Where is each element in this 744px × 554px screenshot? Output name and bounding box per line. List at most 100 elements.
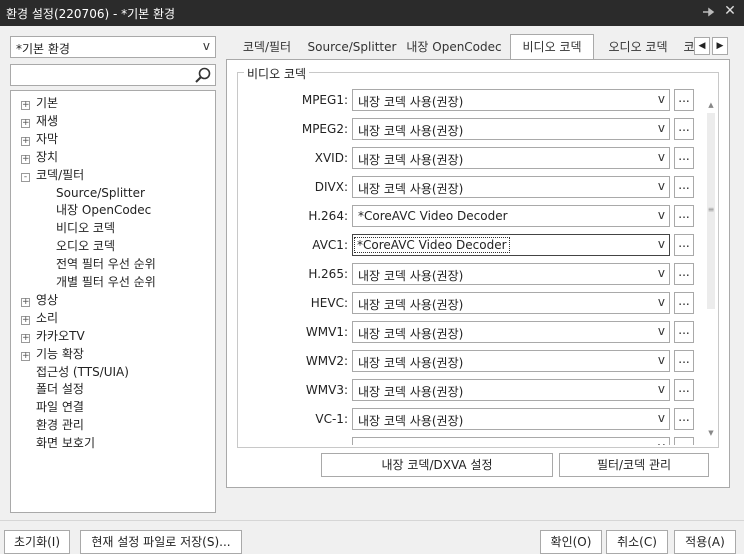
tree-item[interactable]: + 영상 (21, 292, 58, 309)
codec-more-button[interactable]: ... (674, 263, 694, 285)
codec-more-button[interactable]: ... (674, 321, 694, 343)
codec-select-value: 내장 코덱 사용(권장) (358, 385, 464, 399)
close-icon[interactable]: ✕ (722, 3, 738, 21)
search-icon[interactable] (194, 66, 212, 84)
tree-item[interactable]: + 장치 (21, 149, 58, 166)
codec-row: H.265: 내장 코덱 사용(권장) v... (238, 263, 718, 285)
tree-item-label: 장치 (36, 149, 59, 164)
collapse-icon[interactable]: - (21, 172, 30, 182)
reset-button[interactable]: 초기화(I) (4, 530, 70, 554)
codec-select-value: 내장 코덱 사용(권장) (358, 327, 464, 341)
tab-audio-codec[interactable]: 오디오 코덱 (598, 36, 678, 58)
codec-select[interactable]: 내장 코덱 사용(권장) v (352, 321, 670, 343)
search-input[interactable] (11, 65, 191, 85)
save-current-settings-button[interactable]: 현재 설정 파일로 저장(S)... (80, 530, 242, 554)
codec-row: WMV2: 내장 코덱 사용(권장) v... (238, 350, 718, 372)
codec-more-button[interactable]: ... (674, 89, 694, 111)
tree-item[interactable]: 접근성 (TTS/UIA) (21, 364, 129, 381)
codec-select[interactable]: 내장 코덱 사용(권장) v (352, 147, 670, 169)
codec-label: DIVX: (314, 180, 348, 194)
codec-select-value: *CoreAVC Video Decoder (354, 237, 510, 253)
dxva-settings-button[interactable]: 내장 코덱/DXVA 설정 (321, 453, 553, 477)
tree-item[interactable]: + 기능 확장 (21, 346, 84, 363)
ok-button[interactable]: 확인(O) (540, 530, 602, 554)
expand-icon[interactable]: + (21, 101, 30, 110)
title-bar: 환경 설정(220706) - *기본 환경 ✕ (0, 0, 744, 26)
codec-select[interactable]: 내장 코덱 사용(권장) v (352, 176, 670, 198)
profile-select[interactable]: *기본 환경 v (10, 36, 216, 58)
tab-scroll-right-icon[interactable]: ▶ (712, 37, 728, 55)
codec-row: MPEG1: 내장 코덱 사용(권장) v... (238, 89, 718, 111)
profile-select-value: *기본 환경 (16, 42, 70, 56)
codec-select[interactable]: 내장 코덱 사용(권장) v (352, 263, 670, 285)
codec-row: MPEG2: 내장 코덱 사용(권장) v... (238, 118, 718, 140)
codec-more-button[interactable]: ... (674, 205, 694, 227)
codec-more-button[interactable]: ... (674, 118, 694, 140)
codec-label: AVC1: (312, 238, 348, 252)
codec-select[interactable]: *CoreAVC Video Decoder v (352, 205, 670, 227)
tree-item[interactable]: 화면 보호기 (21, 435, 95, 452)
tree-item[interactable]: 오디오 코덱 (56, 238, 115, 255)
tree-item-label: 화면 보호기 (36, 436, 96, 451)
codec-row: VC-1: 내장 코덱 사용(권장) v... (238, 408, 718, 430)
tree-item[interactable]: 비디오 코덱 (56, 220, 115, 237)
tab-source-splitter[interactable]: Source/Splitter (304, 36, 400, 58)
tab-codec-filter[interactable]: 코덱/필터 (230, 36, 304, 58)
codec-select[interactable]: *CoreAVC Video Decoder v (352, 234, 670, 256)
tree-item[interactable]: 내장 OpenCodec (56, 202, 151, 219)
codec-select[interactable]: 내장 코덱 사용(권장) v (352, 408, 670, 430)
tab-video-codec[interactable]: 비디오 코덱 (510, 34, 594, 60)
codec-row: H.264: *CoreAVC Video Decoder v... (238, 205, 718, 227)
apply-button[interactable]: 적용(A) (674, 530, 736, 554)
codec-more-button[interactable]: ... (674, 147, 694, 169)
expand-icon[interactable]: + (21, 136, 30, 146)
cancel-button[interactable]: 취소(C) (606, 530, 668, 554)
expand-icon[interactable]: + (21, 333, 30, 343)
codec-more-button[interactable]: ... (674, 176, 694, 198)
tree-item[interactable]: 폴더 설정 (21, 381, 84, 398)
tree-item-label: 코덱/필터 (36, 167, 85, 182)
codec-more-button[interactable]: ... (674, 350, 694, 372)
codec-more-button[interactable]: ... (674, 408, 694, 430)
codec-more-button[interactable]: ... (674, 379, 694, 401)
chevron-down-icon: v (657, 324, 665, 338)
tree-item[interactable]: - 코덱/필터 (21, 167, 84, 184)
codec-label: WMV2: (305, 354, 348, 368)
expand-icon[interactable]: + (21, 351, 30, 361)
tree-item[interactable]: + 재생 (21, 113, 58, 130)
codec-select[interactable]: 내장 코덱 사용(권장) v (352, 379, 670, 401)
tree-item-label: 비디오 코덱 (56, 221, 116, 236)
codec-row: WMV3: 내장 코덱 사용(권장) v... (238, 379, 718, 401)
codec-label: H.265: (308, 267, 348, 281)
codec-more-button[interactable]: ... (674, 234, 694, 256)
codec-select-value: 내장 코덱 사용(권장) (358, 298, 464, 312)
tree-item[interactable]: + 소리 (21, 310, 58, 327)
tree-item[interactable]: Source/Splitter (56, 185, 145, 202)
codec-select[interactable]: 내장 코덱 사용(권장) v (352, 350, 670, 372)
expand-icon[interactable]: + (21, 118, 30, 128)
tree-item[interactable]: + 기본 (21, 95, 58, 112)
tree-item-label: 기본 (36, 96, 59, 110)
codec-select[interactable]: 내장 코덱 사용(권장) v (352, 89, 670, 111)
tree-item[interactable]: + 카카오TV (21, 328, 85, 345)
chevron-down-icon: v (658, 440, 665, 445)
tree-item[interactable]: 파일 연결 (21, 399, 84, 416)
codec-select[interactable]: v (352, 437, 670, 445)
tree-item[interactable]: + 자막 (21, 131, 58, 148)
filter-codec-manage-button[interactable]: 필터/코덱 관리 (559, 453, 709, 477)
tree-item[interactable]: 전역 필터 우선 순위 (56, 256, 156, 273)
codec-select[interactable]: 내장 코덱 사용(권장) v (352, 118, 670, 140)
tab-builtin-opencodec[interactable]: 내장 OpenCodec (402, 36, 506, 58)
tree-item[interactable]: 환경 관리 (21, 417, 84, 434)
footer-divider (0, 520, 744, 521)
codec-select[interactable]: 내장 코덱 사용(권장) v (352, 292, 670, 314)
codec-more-button[interactable]: ... (674, 437, 694, 445)
codec-more-button[interactable]: ... (674, 292, 694, 314)
codec-row: v... (238, 437, 718, 445)
tab-scroll-left-icon[interactable]: ◀ (694, 37, 710, 55)
pin-icon[interactable] (700, 4, 716, 20)
tree-item[interactable]: 개별 필터 우선 순위 (56, 274, 156, 291)
expand-icon[interactable]: + (21, 315, 30, 325)
expand-icon[interactable]: + (21, 154, 30, 164)
expand-icon[interactable]: + (21, 297, 30, 307)
